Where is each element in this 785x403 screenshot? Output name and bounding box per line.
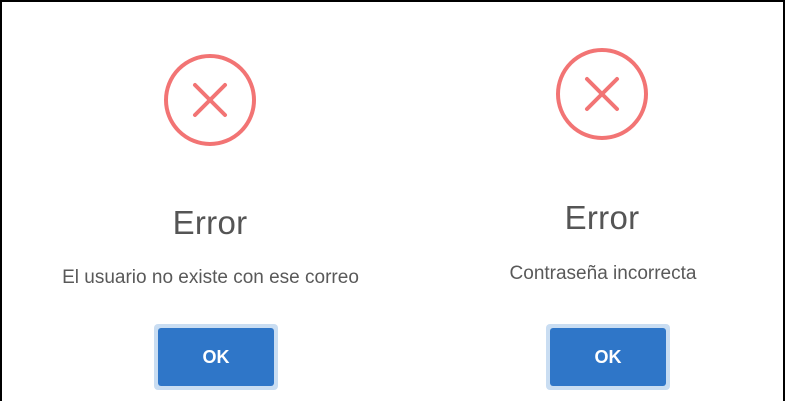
error-dialog-user-not-found: Error El usuario no existe con ese corre… <box>22 2 412 403</box>
ok-button-focus-ring: OK <box>154 324 278 390</box>
error-dialog-wrong-password: Error Contraseña incorrecta OK <box>409 2 785 403</box>
ok-button[interactable]: OK <box>550 328 666 386</box>
dialog-title: Error <box>564 199 640 236</box>
error-x-icon <box>554 46 650 142</box>
ok-button[interactable]: OK <box>158 328 274 386</box>
ok-button-focus-ring: OK <box>546 324 670 390</box>
screenshot-frame: Error El usuario no existe con ese corre… <box>0 0 785 401</box>
dialog-message: Contraseña incorrecta <box>509 263 697 284</box>
error-x-icon <box>162 52 258 148</box>
dialog-message: El usuario no existe con ese correo <box>62 267 359 288</box>
dialog-title: Error <box>172 204 248 241</box>
